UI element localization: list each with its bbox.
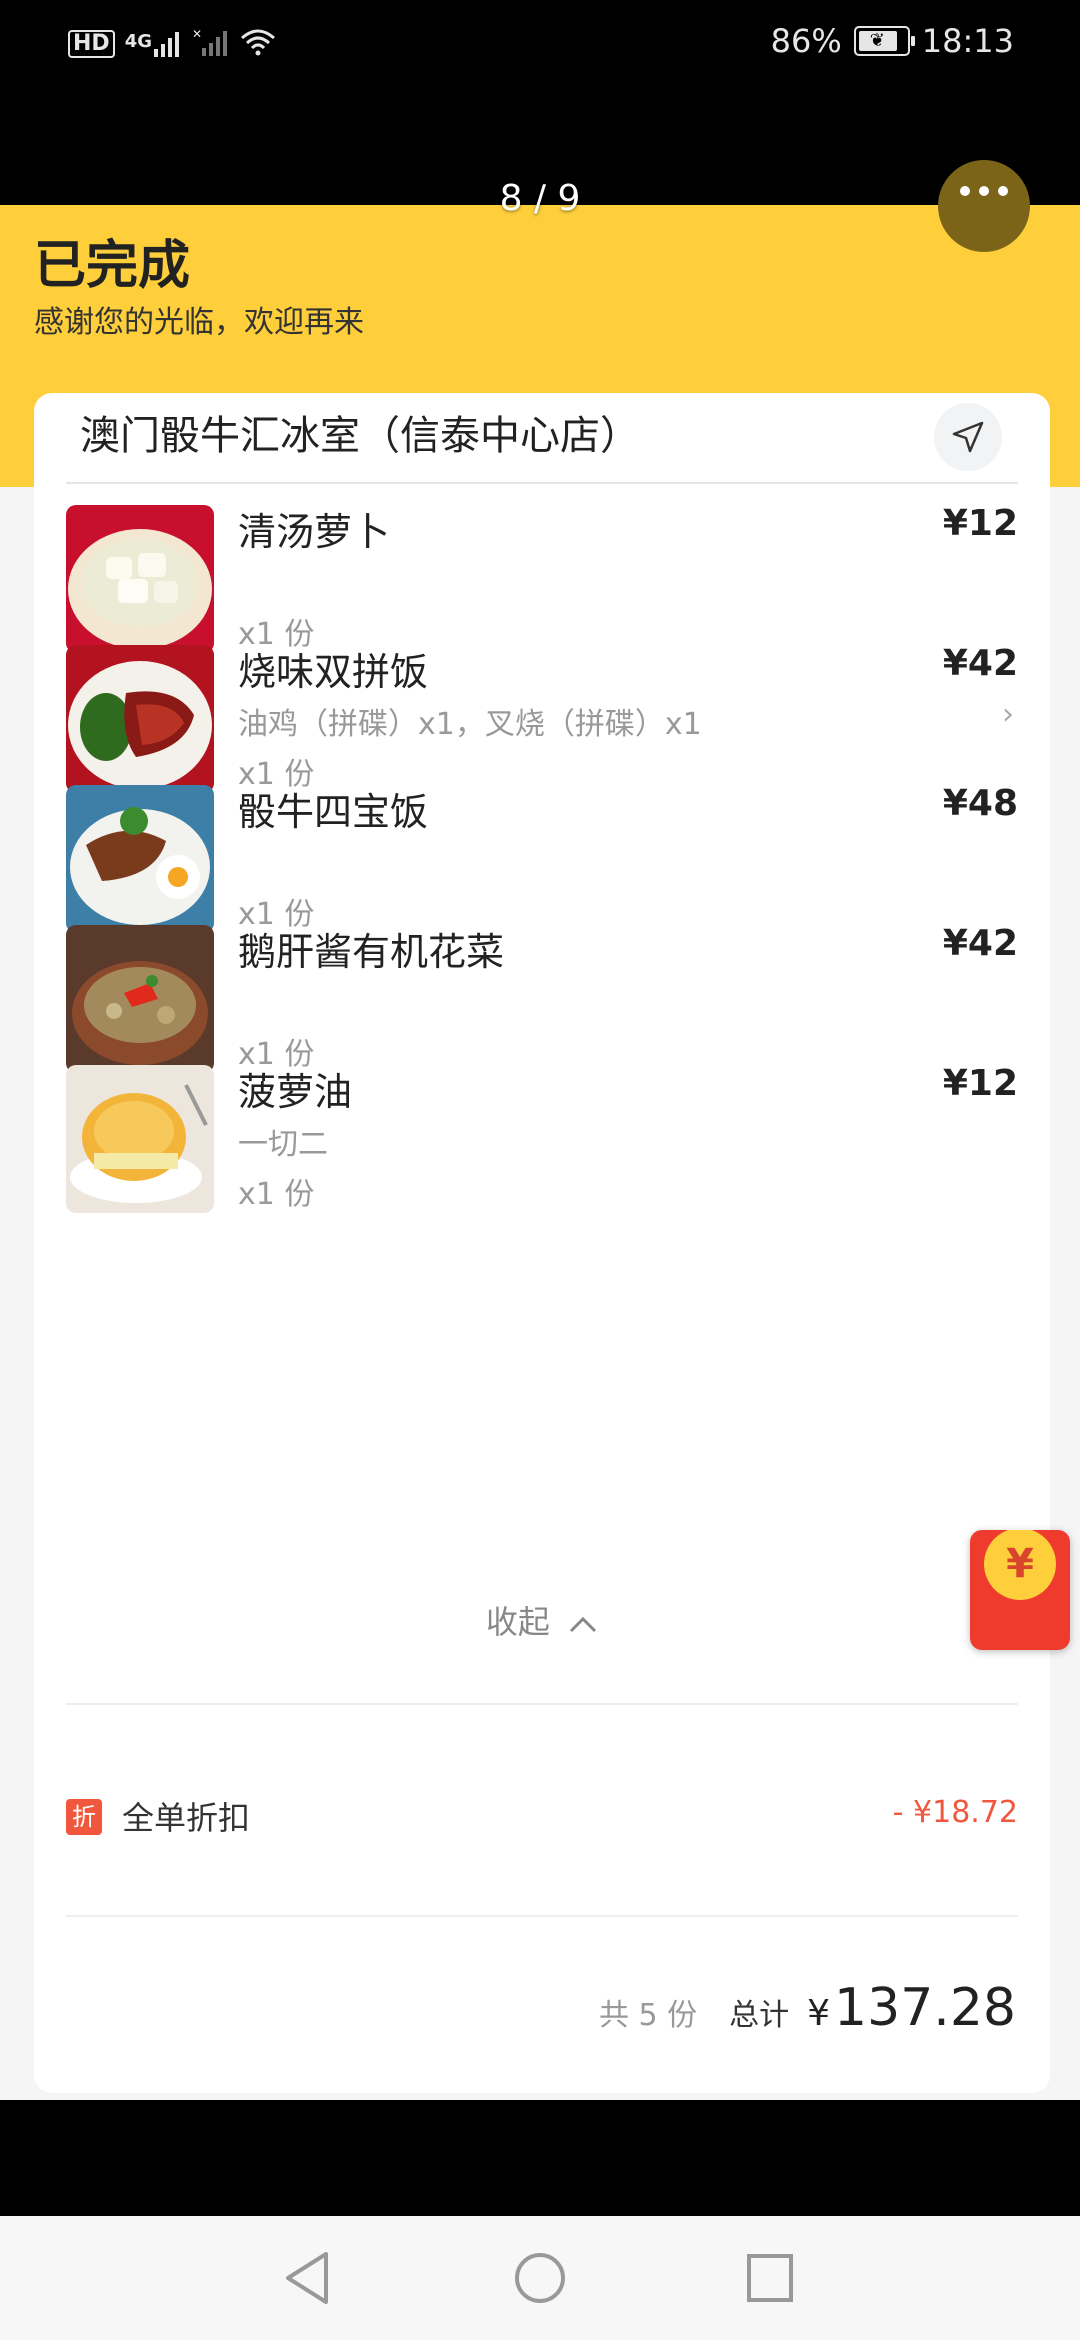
discount-amount: - ¥18.72 (892, 1795, 1018, 1830)
order-total-row: 共 5 份 总计 ¥137.28 (599, 1978, 1016, 2038)
item-name: 菠萝油 (238, 1070, 353, 1114)
battery-saver-leaf-icon: ❦ (869, 30, 885, 51)
item-spec: 油鸡（拼碟）x1，叉烧（拼碟）x1 (238, 707, 702, 742)
item-price: ¥12 (942, 503, 1018, 544)
dish-photo-four-treasure-rice (66, 785, 214, 933)
discount-badge: 折 (66, 1799, 102, 1835)
order-item: 骰牛四宝饭 x1 份 ¥48 (66, 783, 1018, 935)
item-name: 骰牛四宝饭 (238, 790, 429, 834)
order-card: 澳门骰牛汇冰室（信泰中心店） 清汤萝卜 x1 份 ¥12 烧味双拼饭 油鸡（拼碟… (34, 393, 1050, 2093)
store-name: 澳门骰牛汇冰室（信泰中心店） (80, 413, 640, 459)
item-name: 清汤萝卜 (238, 510, 391, 554)
dish-photo-pineapple-bun (66, 1065, 214, 1213)
signal-4g-icon: 4G (125, 31, 182, 57)
yuan-coin-icon: ¥ (984, 1530, 1056, 1600)
collapse-label: 收起 (485, 1603, 550, 1641)
navigate-button[interactable] (934, 403, 1002, 471)
status-left-icons: HD 4G ✕ (68, 27, 276, 60)
section-divider (66, 1915, 1018, 1917)
order-status-subtitle: 感谢您的光临，欢迎再来 (34, 305, 364, 340)
svg-text:✕: ✕ (192, 28, 202, 41)
order-item: 鹅肝酱有机花菜 x1 份 ¥42 (66, 923, 1018, 1075)
item-spec: 一切二 (238, 1127, 328, 1162)
store-divider (66, 482, 1018, 484)
item-count: 共 5 份 (598, 1998, 698, 2033)
item-quantity: x1 份 (238, 1177, 315, 1212)
collapse-button[interactable]: 收起 (34, 1597, 1050, 1643)
chevron-up-icon (568, 1605, 598, 1643)
wifi-icon (240, 28, 276, 60)
image-page-counter: 8 / 9 (499, 178, 581, 219)
dish-photo-foie-gras-cauliflower (66, 925, 214, 1073)
clock: 18:13 (921, 22, 1014, 60)
back-icon[interactable] (282, 2250, 334, 2310)
signal-sim2-icon: ✕ (192, 27, 230, 60)
battery-icon: ❦ (853, 26, 915, 56)
order-screenshot: 已完成 感谢您的光临，欢迎再来 澳门骰牛汇冰室（信泰中心店） 清汤萝卜 x1 份… (0, 205, 1080, 2100)
order-status-title: 已完成 (34, 236, 191, 296)
discount-row: 折 全单折扣 - ¥18.72 (66, 1793, 1018, 1853)
item-price: ¥42 (942, 923, 1018, 964)
total-value: 137.28 (834, 1978, 1016, 2038)
more-dot-icon (979, 186, 989, 196)
section-divider (66, 1703, 1018, 1705)
hd-icon: HD (68, 30, 115, 58)
system-navigation-bar (0, 2216, 1080, 2340)
total-label: 总计 (729, 1998, 790, 2033)
item-name: 鹅肝酱有机花菜 (238, 930, 505, 974)
item-name: 烧味双拼饭 (238, 650, 429, 694)
more-options-button[interactable] (938, 160, 1030, 252)
more-dot-icon (998, 186, 1008, 196)
recent-apps-icon[interactable] (744, 2250, 796, 2310)
red-packet-button[interactable]: ¥ (970, 1530, 1070, 1650)
item-price: ¥12 (942, 1063, 1018, 1104)
network-type-label: 4G (124, 31, 152, 52)
chevron-right-icon[interactable]: › (1002, 697, 1014, 732)
order-item[interactable]: 烧味双拼饭 油鸡（拼碟）x1，叉烧（拼碟）x1 x1 份 ¥42 › (66, 643, 1018, 795)
dish-photo-clear-radish-soup (66, 505, 214, 653)
battery-percent: 86% (770, 22, 842, 60)
home-icon[interactable] (512, 2250, 568, 2310)
more-dot-icon (960, 186, 970, 196)
status-right: 86% ❦ 18:13 (771, 22, 1014, 60)
order-item: 清汤萝卜 x1 份 ¥12 (66, 503, 1018, 655)
total-amount: ¥137.28 (807, 1978, 1016, 2038)
currency-symbol: ¥ (807, 1993, 831, 2034)
item-price: ¥48 (942, 783, 1018, 824)
item-price: ¥42 (942, 643, 1018, 684)
discount-label: 全单折扣 (122, 1799, 251, 1837)
order-item: 菠萝油 一切二 x1 份 ¥12 (66, 1063, 1018, 1215)
dish-photo-roast-combo-rice (66, 645, 214, 793)
navigation-arrow-icon (952, 421, 984, 453)
store-header[interactable]: 澳门骰牛汇冰室（信泰中心店） (34, 393, 1050, 483)
status-bar: HD 4G ✕ 86% ❦ 18:13 (0, 0, 1080, 90)
